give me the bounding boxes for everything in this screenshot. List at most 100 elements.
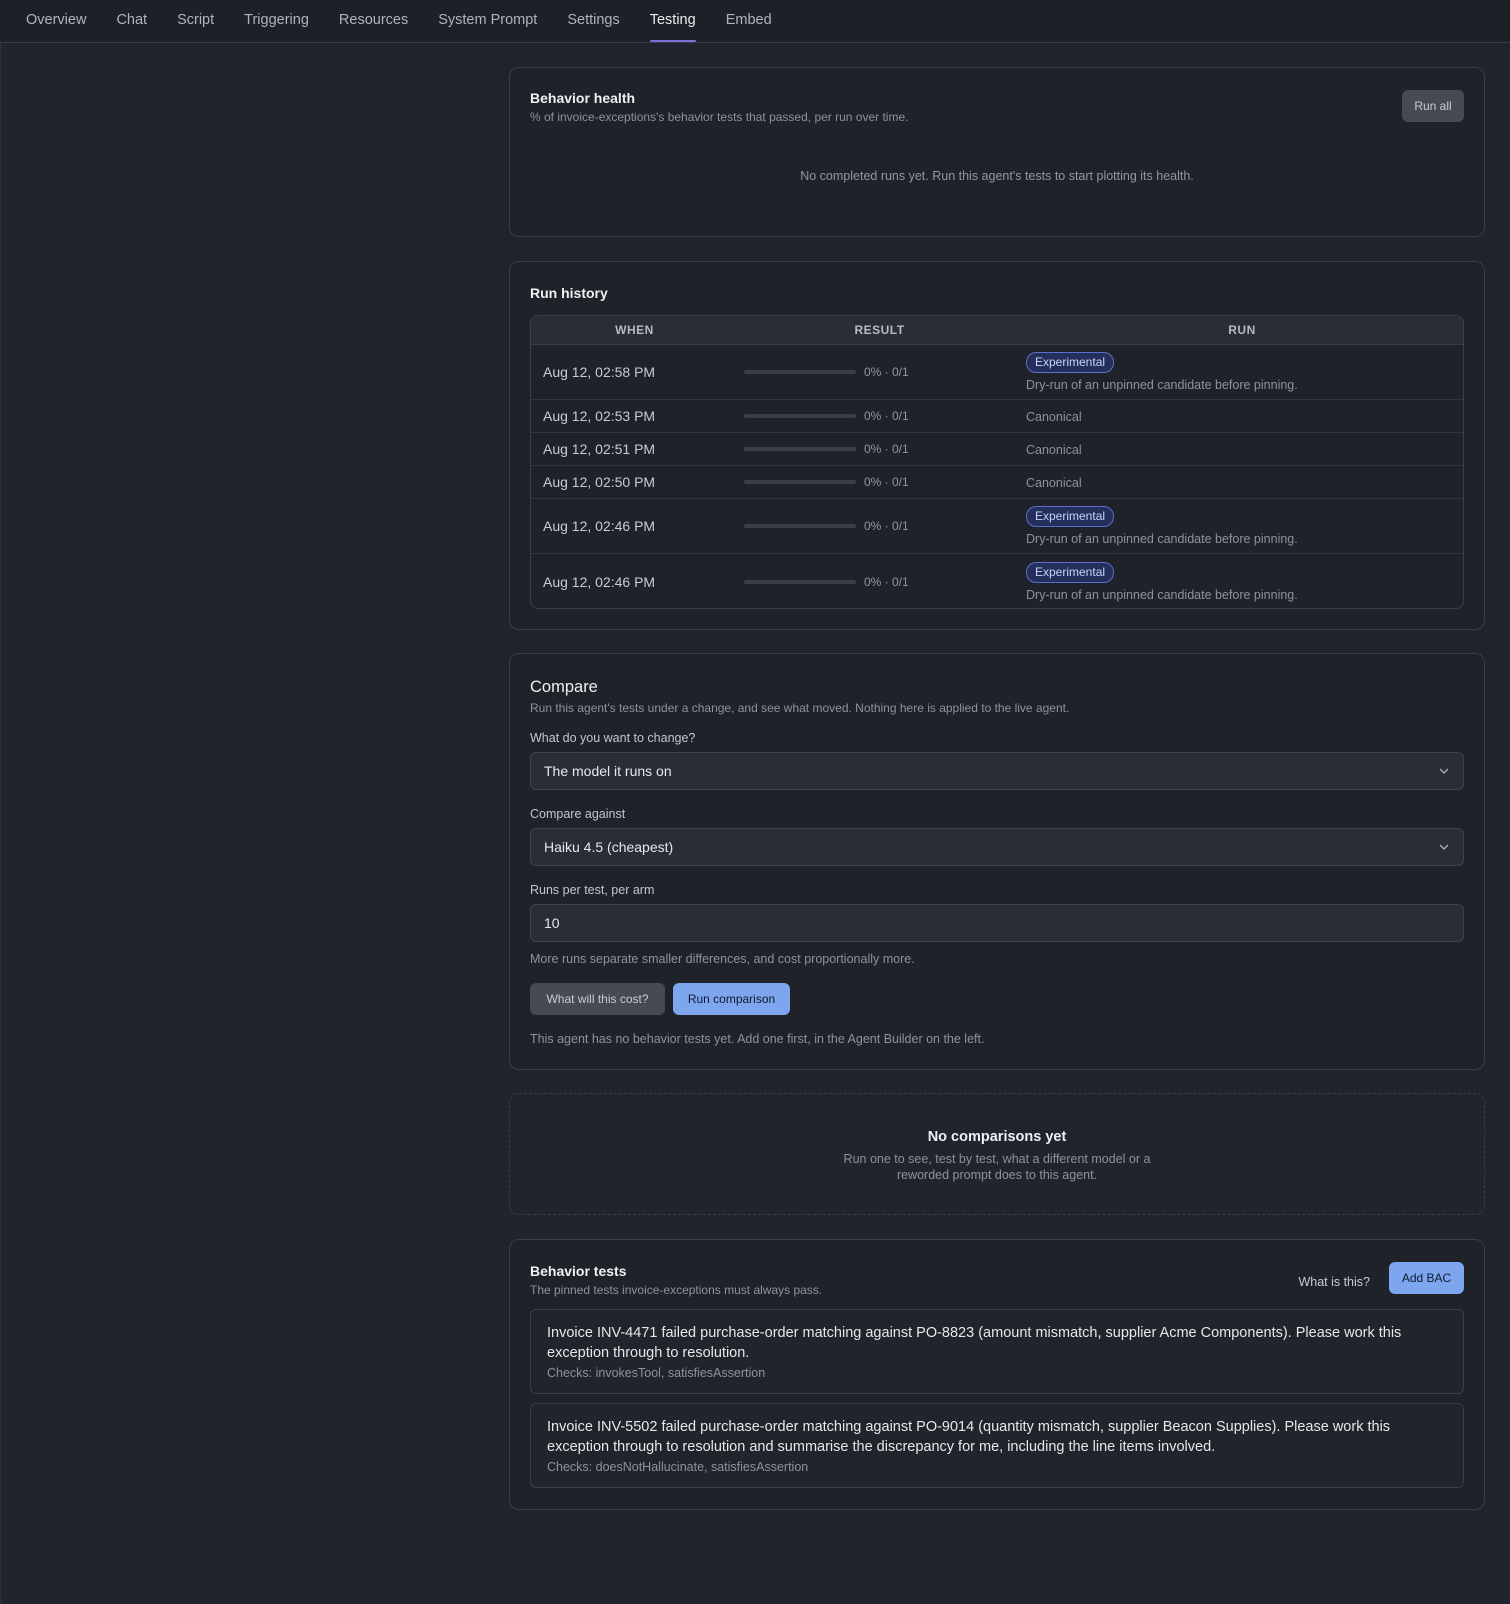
result-progress-bar [744,480,856,484]
run-type-cell: Canonical [1026,474,1463,490]
change-field-label: What do you want to change? [530,731,696,745]
table-row[interactable]: Aug 12, 02:51 PM 0% · 0/1 Canonical [531,433,1463,466]
result-progress-bar [744,579,856,584]
change-select-value: The model it runs on [544,763,672,779]
behavior-health-card: Behavior health % of invoice-exceptions'… [509,67,1485,237]
behavior-test-item[interactable]: Invoice INV-5502 failed purchase-order m… [530,1403,1464,1488]
table-row[interactable]: Aug 12, 02:46 PM 0% · 0/1 Experimental Dry-… [531,499,1463,554]
tab-system-prompt[interactable]: System Prompt [438,0,537,43]
table-row[interactable]: Aug 12, 02:53 PM 0% · 0/1 Canonical [531,400,1463,433]
column-header-run: RUN [1228,323,1256,337]
left-divider [0,43,1,1604]
run-result: 0% · 0/1 [744,442,1026,456]
run-comparison-button[interactable]: Run comparison [673,983,790,1015]
experimental-badge: Experimental [1026,506,1115,527]
table-row[interactable]: Aug 12, 02:46 PM 0% · 0/1 Experimental Dry-… [531,554,1463,608]
experimental-badge: Experimental [1026,561,1115,583]
table-row[interactable]: Aug 12, 02:50 PM 0% · 0/1 Canonical [531,466,1463,499]
behavior-test-item[interactable]: Invoice INV-4471 failed purchase-order m… [530,1309,1464,1394]
run-type-cell: Canonical [1026,441,1463,457]
run-when: Aug 12, 02:46 PM [543,573,656,590]
run-type-cell: Experimental Dry-run of an unpinned candi… [1026,506,1463,546]
tab-chat[interactable]: Chat [116,0,147,43]
result-percent: 0% · 0/1 [864,442,909,456]
run-result: 0% · 0/1 [744,575,1026,589]
canonical-label: Canonical [1026,410,1082,424]
result-progress-bar [744,370,856,374]
test-checks-text: Checks: doesNotHallucinate, satisfiesAss… [547,1460,809,1474]
result-percent: 0% · 0/1 [864,519,909,533]
tab-resources[interactable]: Resources [339,0,408,43]
tab-embed[interactable]: Embed [726,0,772,43]
chevron-down-icon [1439,844,1449,850]
run-type-cell: Canonical [1026,408,1463,424]
result-percent: 0% · 0/1 [864,574,909,589]
runs-help-text: More runs separate smaller differences, … [530,952,915,966]
runs-per-test-input[interactable]: 10 [530,904,1464,942]
run-result: 0% · 0/1 [744,409,1026,423]
behavior-tests-subtitle: The pinned tests invoice-exceptions must… [530,1283,823,1297]
run-result: 0% · 0/1 [744,475,1026,489]
run-description: Dry-run of an unpinned candidate before … [1026,587,1298,602]
chevron-down-icon [1439,768,1449,774]
compare-subtitle: Run this agent's tests under a change, a… [530,701,1070,715]
result-progress-bar [744,447,856,451]
run-when: Aug 12, 02:58 PM [543,364,656,380]
tab-triggering[interactable]: Triggering [244,0,309,43]
run-when: Aug 12, 02:46 PM [543,518,656,534]
tab-settings[interactable]: Settings [567,0,619,43]
compare-card: Compare Run this agent's tests under a c… [509,653,1485,1070]
result-percent: 0% · 0/1 [864,365,909,379]
behavior-health-title: Behavior health [530,90,636,106]
run-when: Aug 12, 02:50 PM [543,474,656,490]
what-is-this-link[interactable]: What is this? [1298,1266,1370,1298]
behavior-tests-title: Behavior tests [530,1263,627,1279]
table-header: WHEN RESULT RUN [531,316,1463,345]
add-bac-button[interactable]: Add BAC [1389,1262,1464,1294]
no-tests-notice: This agent has no behavior tests yet. Ad… [530,1032,985,1046]
result-progress-bar [744,414,856,418]
compare-against-select[interactable]: Haiku 4.5 (cheapest) [530,828,1464,866]
estimate-cost-button[interactable]: What will this cost? [530,983,665,1015]
change-select[interactable]: The model it runs on [530,752,1464,790]
run-description: Dry-run of an unpinned candidate before … [1026,532,1298,546]
run-result: 0% · 0/1 [744,365,1026,379]
canonical-label: Canonical [1026,443,1082,457]
run-when: Aug 12, 02:51 PM [543,441,656,457]
table-row[interactable]: Aug 12, 02:58 PM 0% · 0/1 Experimental Dry-… [531,345,1463,400]
test-prompt-text: Invoice INV-4471 failed purchase-order m… [547,1325,1402,1361]
result-progress-bar [744,524,856,528]
result-percent: 0% · 0/1 [864,409,909,423]
run-history-card: Run history WHEN RESULT RUN Aug 12, 02:5… [509,261,1485,630]
no-comparisons-title: No comparisons yet [927,1129,1067,1145]
run-history-title: Run history [530,285,608,301]
runs-per-test-value: 10 [544,915,560,931]
tab-overview[interactable]: Overview [26,0,86,43]
no-comparisons-text: Run one to see, test by test, what a dif… [843,1152,1151,1182]
compare-against-label: Compare against [530,807,626,821]
test-prompt-text: Invoice INV-5502 failed purchase-order m… [547,1419,1391,1455]
run-all-button[interactable]: Run all [1402,90,1464,122]
compare-title: Compare [530,678,598,696]
experimental-badge: Experimental [1026,352,1115,373]
run-description: Dry-run of an unpinned candidate before … [1026,378,1298,392]
run-history-table: WHEN RESULT RUN Aug 12, 02:58 PM 0% · 0/1… [530,315,1464,609]
canonical-label: Canonical [1026,476,1082,490]
tab-testing[interactable]: Testing [649,0,696,43]
tab-script[interactable]: Script [177,0,214,43]
run-result: 0% · 0/1 [744,519,1026,533]
top-tab-bar: Overview Chat Script Triggering Resource… [0,0,1510,43]
compare-against-value: Haiku 4.5 (cheapest) [544,839,674,855]
result-percent: 0% · 0/1 [864,475,909,489]
runs-per-test-label: Runs per test, per arm [530,883,655,897]
no-comparisons-panel: No comparisons yet Run one to see, test … [509,1093,1485,1215]
behavior-tests-card: Behavior tests The pinned tests invoice-… [509,1239,1485,1510]
behavior-health-subtitle: % of invoice-exceptions's behavior tests… [530,110,909,124]
test-checks-text: Checks: invokesTool, satisfiesAssertion [547,1366,766,1380]
run-when: Aug 12, 02:53 PM [543,408,656,424]
run-type-cell: Experimental Dry-run of an unpinned candi… [1026,561,1463,602]
health-empty-message: No completed runs yet. Run this agent's … [800,169,1194,183]
run-type-cell: Experimental Dry-run of an unpinned candi… [1026,352,1463,392]
column-header-result: RESULT [854,323,905,337]
column-header-when: WHEN [615,323,654,337]
